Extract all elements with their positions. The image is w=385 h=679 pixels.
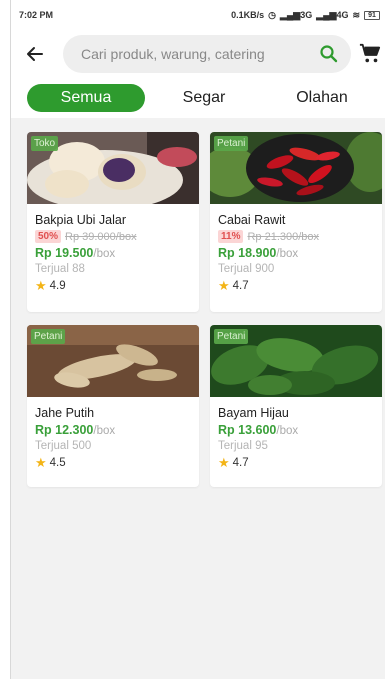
rating-value: 4.5 — [49, 457, 66, 469]
seller-badge: Petani — [31, 329, 66, 344]
original-price: Rp 39.000/box — [65, 230, 137, 243]
search-box[interactable] — [63, 35, 351, 73]
cart-button[interactable] — [355, 34, 385, 74]
product-price: Rp 13.600 — [218, 423, 277, 437]
product-name: Bakpia Ubi Jalar — [35, 213, 127, 227]
product-card[interactable]: Petani Bayam Hijau Rp 13.600/box Terjual… — [210, 325, 382, 487]
rating: ★ 4.7 — [218, 455, 374, 471]
status-time: 7:02 PM — [19, 10, 54, 20]
rating: ★ 4.9 — [35, 278, 191, 294]
status-bar: 7:02 PM 0.1KB/s ◷ ▂▄▆3G ▂▄▆4G ≋ 91 — [11, 0, 385, 30]
seller-badge: Petani — [214, 329, 249, 344]
arrow-left-icon — [27, 47, 43, 61]
star-icon: ★ — [35, 455, 47, 470]
star-icon: ★ — [218, 455, 230, 470]
alarm-icon: ◷ — [268, 9, 276, 20]
status-indicators: 0.1KB/s ◷ ▂▄▆3G ▂▄▆4G ≋ 91 — [231, 10, 380, 21]
product-image-cabai: Petani — [210, 132, 382, 204]
rating-value: 4.7 — [232, 280, 249, 292]
signal-3g: ▂▄▆3G — [279, 9, 313, 20]
price-unit: /box — [276, 425, 299, 437]
tab-olahan[interactable]: Olahan — [263, 84, 381, 112]
product-card[interactable]: Petani Jahe Putih Rp 12.300/box Terjual … — [27, 325, 199, 487]
rating: ★ 4.5 — [35, 455, 191, 471]
category-tabs: Semua Segar Olahan — [11, 78, 385, 118]
rating: ★ 4.7 — [218, 278, 374, 294]
tab-semua[interactable]: Semua — [27, 84, 145, 112]
seller-badge: Petani — [214, 136, 249, 151]
rating-value: 4.7 — [232, 457, 249, 469]
search-input[interactable] — [63, 46, 303, 62]
product-name: Bayam Hijau — [218, 406, 289, 420]
star-icon: ★ — [218, 278, 230, 293]
product-price: Rp 19.500 — [35, 246, 94, 260]
product-price: Rp 12.300 — [35, 423, 94, 437]
signal-4g: ▂▄▆4G — [316, 9, 349, 20]
discount-badge: 11% — [218, 230, 244, 243]
rating-value: 4.9 — [49, 280, 66, 292]
sold-count: Terjual 88 — [35, 263, 85, 275]
net-speed: 0.1KB/s — [231, 10, 265, 20]
wifi-icon: ≋ — [352, 9, 360, 20]
product-name: Jahe Putih — [35, 406, 95, 420]
star-icon: ★ — [35, 278, 47, 293]
product-name: Cabai Rawit — [218, 213, 286, 227]
battery-icon: 91 — [364, 10, 380, 20]
back-button[interactable] — [15, 34, 55, 74]
price-unit: /box — [93, 425, 116, 437]
tab-segar[interactable]: Segar — [145, 84, 263, 112]
seller-badge: Toko — [31, 136, 59, 151]
product-image-jahe: Petani — [27, 325, 199, 397]
sold-count: Terjual 900 — [218, 263, 275, 275]
product-card[interactable]: Toko Bakpia Ubi Jalar 50% Rp 39.000/box … — [27, 132, 199, 312]
discount-badge: 50% — [35, 230, 62, 243]
product-card[interactable]: Petani Cabai Rawit 11% Rp 21.300/box Rp … — [210, 132, 382, 312]
cart-icon — [359, 43, 381, 63]
price-unit: /box — [93, 248, 116, 260]
search-icon[interactable] — [319, 44, 339, 64]
sold-count: Terjual 95 — [218, 440, 268, 452]
product-grid: Toko Bakpia Ubi Jalar 50% Rp 39.000/box … — [27, 132, 382, 487]
original-price: Rp 21.300/box — [247, 230, 320, 243]
price-unit: /box — [276, 248, 299, 260]
product-price: Rp 18.900 — [218, 246, 277, 260]
sold-count: Terjual 500 — [35, 440, 92, 452]
product-image-bakpia: Toko — [27, 132, 199, 204]
app-frame: 7:02 PM 0.1KB/s ◷ ▂▄▆3G ▂▄▆4G ≋ 91 Cari … — [10, 0, 385, 679]
product-image-bayam: Petani — [210, 325, 382, 397]
top-bar — [11, 30, 385, 78]
